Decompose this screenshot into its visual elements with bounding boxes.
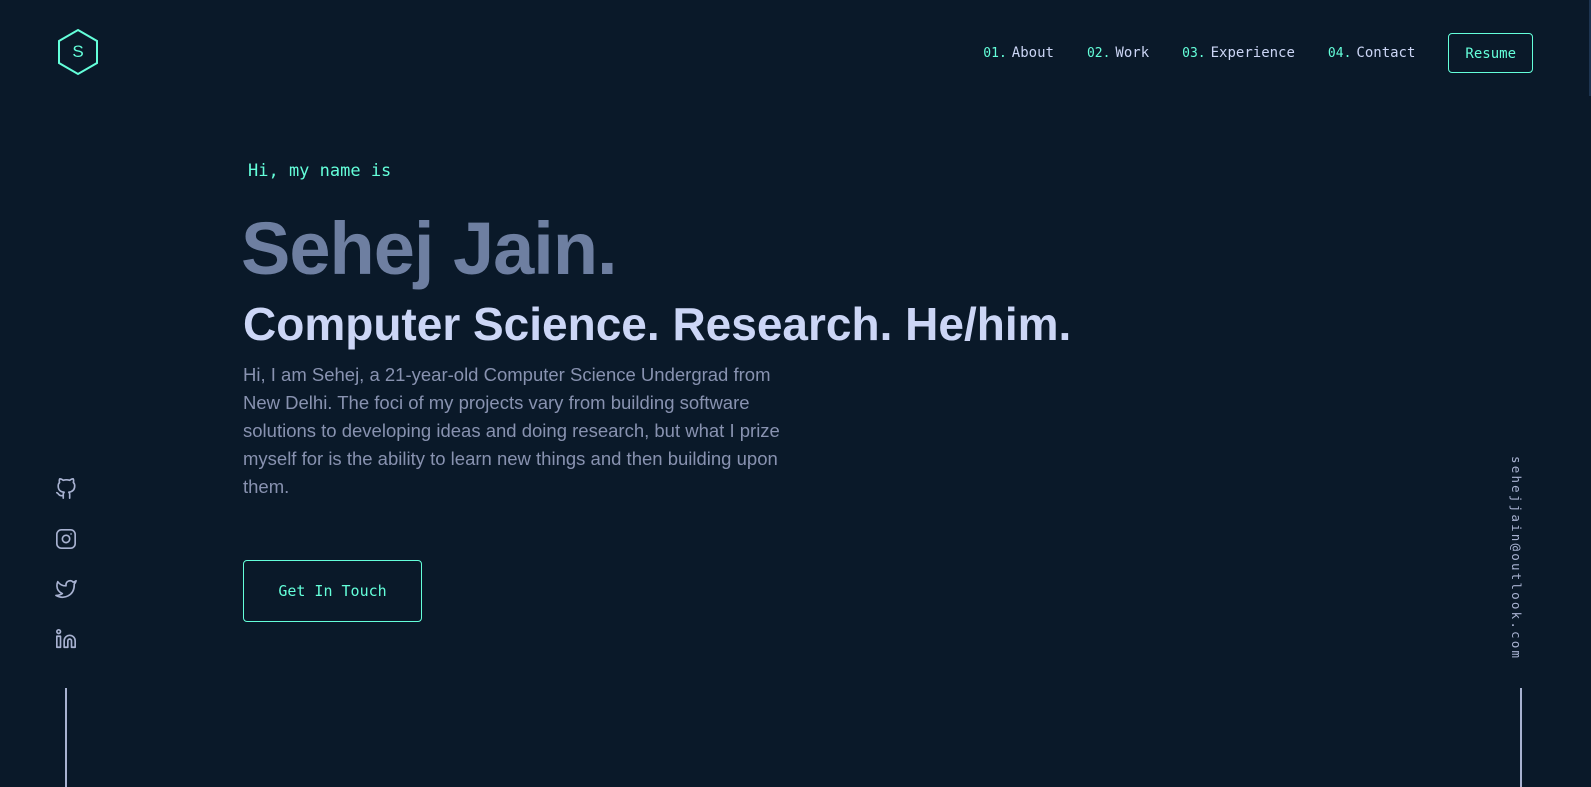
github-icon [56,478,76,499]
resume-button[interactable]: Resume [1448,33,1533,73]
nav-label: Experience [1210,45,1295,61]
nav-label: About [1011,45,1054,61]
logo-letter: S [72,42,84,61]
github-link[interactable] [53,476,79,502]
instagram-link[interactable] [53,526,79,552]
nav-number: 02. [1086,46,1111,61]
nav-label: Contact [1356,45,1416,61]
social-links [53,476,79,676]
nav-number: 04. [1327,46,1352,61]
nav-item-experience[interactable]: 03. Experience [1182,45,1295,61]
hero-greeting: Hi, my name is [248,161,392,181]
email-link[interactable]: sehejjain@outlook.com [1509,456,1524,660]
hero-name: Sehej Jain. [241,207,618,290]
instagram-icon [56,529,76,549]
logo[interactable]: S [56,28,100,76]
left-vertical-divider [65,688,67,787]
nav-number: 03. [1182,46,1206,61]
nav-label: Work [1115,45,1150,61]
main-nav: 01. About 02. Work 03. Experience 04. Contac… [983,32,1533,74]
get-in-touch-button[interactable]: Get In Touch [243,560,422,622]
twitter-icon [55,579,77,599]
linkedin-link[interactable] [53,626,79,652]
nav-number: 01. [983,46,1007,61]
nav-item-about[interactable]: 01. About [983,45,1054,61]
hero-bio: Hi, I am Sehej, a 21-year-old Computer S… [243,364,780,497]
linkedin-icon [56,629,76,649]
right-vertical-divider [1520,688,1522,787]
hero-tagline: Computer Science. Research. He/him. [243,298,1072,350]
nav-item-work[interactable]: 02. Work [1087,45,1149,61]
nav-item-contact[interactable]: 04. Contact [1328,45,1416,61]
twitter-link[interactable] [53,576,79,602]
